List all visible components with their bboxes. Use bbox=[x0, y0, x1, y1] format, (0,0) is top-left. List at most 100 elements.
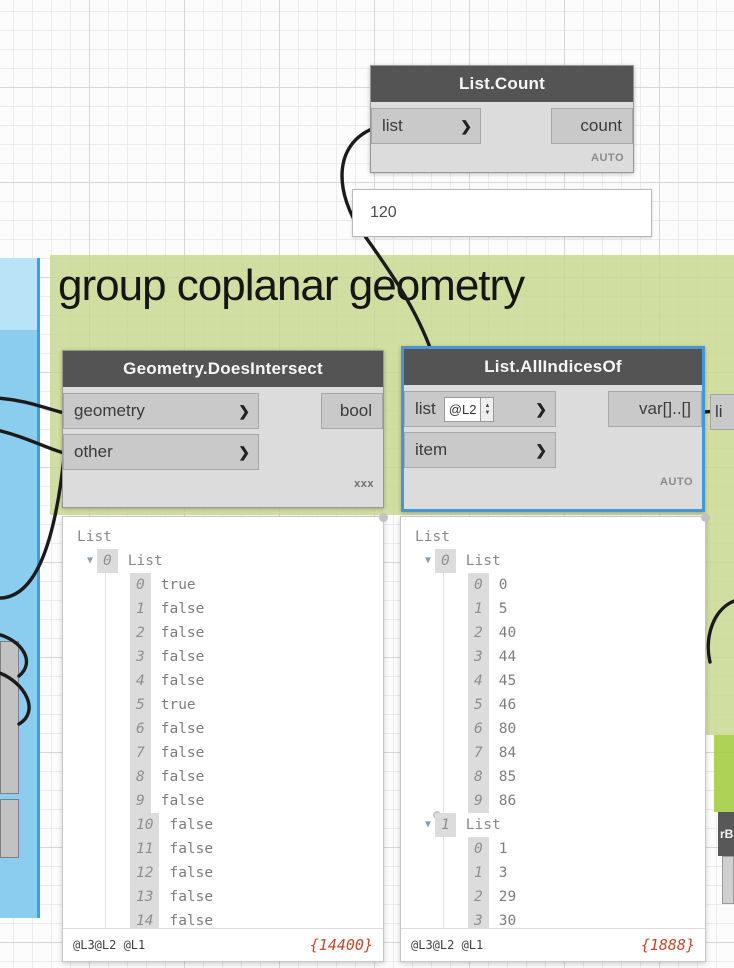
list-item: 3 false bbox=[130, 645, 383, 669]
port-out-var[interactable]: var[]..[] bbox=[608, 391, 702, 427]
list-item: 00 bbox=[468, 573, 705, 597]
preview-bubble-value: 120 bbox=[370, 204, 397, 221]
list-item: 1 false bbox=[130, 597, 383, 621]
list-item: 2 29 bbox=[468, 885, 705, 909]
item-value: 44 bbox=[498, 649, 517, 665]
preview-footer: @L3@L2 @L1 {14400} bbox=[63, 928, 383, 961]
preview-tree[interactable]: List ▼ 0 List 0 true 1 false 2 false 3 false… bbox=[63, 517, 383, 929]
levels-label: @L3@L2 @L1 bbox=[73, 938, 146, 952]
partial-bottom-right-node-body bbox=[722, 856, 734, 904]
port-in-geometry[interactable]: geometry ❯ bbox=[63, 393, 259, 429]
partial-right-node-port[interactable]: li bbox=[710, 394, 734, 430]
spinner-down-icon[interactable]: ▼ bbox=[484, 410, 490, 416]
list-item: 15 bbox=[468, 597, 705, 621]
item-index: 5 bbox=[130, 693, 151, 717]
preview-panel-all-indices[interactable]: List ▼ 0 List 00 15 2 40 3 44 4 45 5 46 6 80 … bbox=[400, 513, 710, 962]
chevron-right-icon: ❯ bbox=[238, 443, 250, 460]
node-list-count[interactable]: List.Count list ❯ count AUTO bbox=[370, 65, 634, 173]
item-index: 5 bbox=[468, 693, 489, 717]
preview-tree[interactable]: List ▼ 0 List 00 15 2 40 3 44 4 45 5 46 6 80 … bbox=[401, 517, 705, 929]
list-item: 4 false bbox=[130, 669, 383, 693]
partial-left-block-bottom[interactable] bbox=[0, 799, 19, 858]
item-value: false bbox=[160, 721, 205, 737]
level-spinner[interactable]: ▲ ▼ bbox=[481, 396, 495, 422]
partial-left-block-top[interactable] bbox=[0, 641, 19, 794]
expander-icon[interactable]: ▼ bbox=[425, 813, 431, 837]
spinner-up-icon[interactable]: ▲ bbox=[484, 403, 490, 409]
port-label: list bbox=[415, 399, 436, 418]
port-label: var[]..[] bbox=[639, 399, 691, 418]
item-index: 11 bbox=[130, 837, 160, 861]
preview-bubble-120[interactable]: 120 bbox=[352, 189, 652, 237]
partial-bottom-right-node-header[interactable]: rB bbox=[718, 812, 734, 856]
item-index: 2 bbox=[468, 885, 489, 909]
item-index: 0 bbox=[130, 573, 151, 597]
item-value: false bbox=[160, 745, 205, 761]
item-value: 1 bbox=[498, 841, 508, 857]
port-in-list[interactable]: list ❯ bbox=[371, 108, 481, 144]
item-value: false bbox=[160, 673, 205, 689]
item-value: false bbox=[169, 889, 214, 905]
item-count-badge: {1888} bbox=[640, 936, 695, 954]
item-index: 3 bbox=[130, 645, 151, 669]
port-in-list[interactable]: list @L2 ▲ ▼ ❯ bbox=[404, 391, 556, 427]
list-item: 3 44 bbox=[468, 645, 705, 669]
item-value: false bbox=[169, 817, 214, 833]
item-index: 6 bbox=[468, 717, 489, 741]
node-does-intersect-title[interactable]: Geometry.DoesIntersect bbox=[63, 351, 383, 387]
item-index: 0 bbox=[468, 573, 489, 597]
item-index: 9 bbox=[130, 789, 151, 813]
item-value: 5 bbox=[498, 601, 508, 617]
dynamo-canvas[interactable]: group coplanar geometry List.Count list … bbox=[0, 0, 734, 968]
item-index: 3 bbox=[468, 909, 489, 929]
list-item: 12 false bbox=[130, 861, 383, 885]
list-item: 5 46 bbox=[468, 693, 705, 717]
list-item: 0 true bbox=[130, 573, 383, 597]
item-index: 10 bbox=[130, 813, 160, 837]
lacing-indicator[interactable]: AUTO bbox=[404, 468, 702, 496]
list-item: 7 false bbox=[130, 741, 383, 765]
item-count-badge: {14400} bbox=[309, 936, 373, 954]
node-all-indices-of[interactable]: List.AllIndicesOf list @L2 ▲ ▼ ❯ item ❯ … bbox=[401, 346, 705, 512]
node-does-intersect[interactable]: Geometry.DoesIntersect geometry ❯ other … bbox=[62, 350, 384, 508]
item-value: false bbox=[160, 769, 205, 785]
port-label: count bbox=[580, 116, 622, 135]
list-group-header[interactable]: ▼ 0 List bbox=[87, 549, 383, 573]
item-index: 7 bbox=[130, 741, 151, 765]
item-index: 2 bbox=[468, 621, 489, 645]
list-item: 9 86 bbox=[468, 789, 705, 813]
group-title[interactable]: group coplanar geometry bbox=[50, 255, 734, 311]
lacing-indicator[interactable]: xxx bbox=[63, 470, 383, 498]
expander-icon[interactable]: ▼ bbox=[87, 549, 93, 573]
list-item: 4 45 bbox=[468, 669, 705, 693]
group-index: 0 bbox=[435, 549, 456, 573]
list-group-header[interactable]: ▼ 0 List bbox=[425, 549, 705, 573]
item-value: false bbox=[169, 913, 214, 929]
preview-footer: @L3@L2 @L1 {1888} bbox=[401, 928, 705, 961]
port-out-count[interactable]: count bbox=[551, 108, 633, 144]
item-value: 80 bbox=[498, 721, 517, 737]
root-label: List bbox=[77, 529, 112, 545]
levels-label: @L3@L2 @L1 bbox=[411, 938, 484, 952]
port-label: li bbox=[715, 402, 723, 421]
list-item: 13 bbox=[468, 861, 705, 885]
list-item: 9 false bbox=[130, 789, 383, 813]
port-label: geometry bbox=[74, 401, 145, 420]
item-index: 12 bbox=[130, 861, 160, 885]
list-item: 3 30 bbox=[468, 909, 705, 929]
expander-icon[interactable]: ▼ bbox=[425, 549, 431, 573]
list-item: 7 84 bbox=[468, 741, 705, 765]
chevron-right-icon: ❯ bbox=[535, 441, 547, 458]
port-in-other[interactable]: other ❯ bbox=[63, 434, 259, 470]
preview-panel-does-intersect[interactable]: List ▼ 0 List 0 true 1 false 2 false 3 false… bbox=[62, 513, 388, 962]
node-list-count-title[interactable]: List.Count bbox=[371, 66, 633, 102]
node-all-indices-title[interactable]: List.AllIndicesOf bbox=[404, 349, 702, 385]
item-index: 0 bbox=[468, 837, 489, 861]
port-label: item bbox=[415, 440, 448, 459]
list-item: 10 false bbox=[130, 813, 383, 837]
list-level-selector[interactable]: @L2 bbox=[443, 396, 482, 422]
lacing-indicator[interactable]: AUTO bbox=[371, 144, 633, 172]
list-group-header[interactable]: ▼ 1 List bbox=[425, 813, 705, 837]
port-out-bool[interactable]: bool bbox=[321, 393, 383, 429]
port-in-item[interactable]: item ❯ bbox=[404, 432, 556, 468]
